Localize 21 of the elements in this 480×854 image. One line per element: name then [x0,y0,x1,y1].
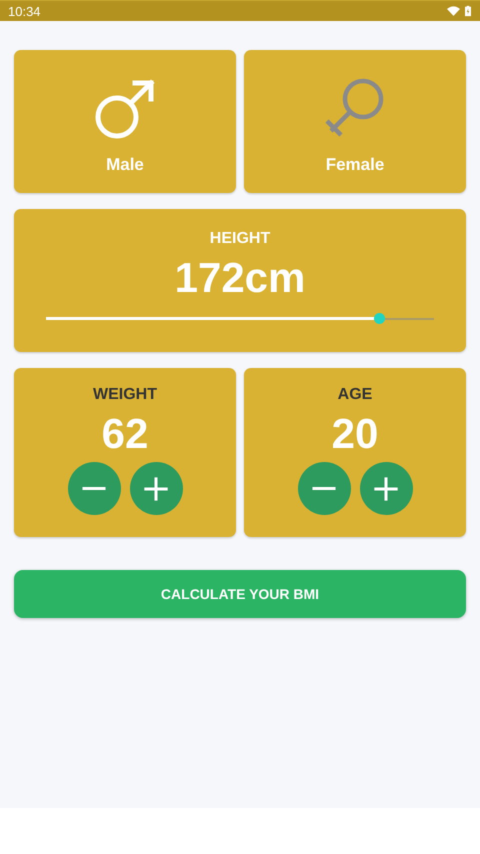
gender-label: Male [106,155,144,175]
slider-thumb[interactable] [374,313,385,324]
height-value: 172cm [174,254,306,302]
male-symbol-icon [93,77,157,141]
battery-icon [465,5,471,17]
height-slider[interactable] [46,313,434,324]
minus-icon [80,487,108,490]
plus-icon [372,474,400,502]
height-label: HEIGHT [210,230,270,248]
calculate-button[interactable]: CALCULATE YOUR BMI [14,570,466,618]
counter-value: 20 [332,410,378,458]
plus-icon [142,474,170,502]
counter-value: 62 [102,410,148,458]
counter-label: AGE [338,386,372,404]
minus-icon [310,487,338,490]
gender-card[interactable]: Female [244,50,466,193]
gender-label: Female [326,155,384,175]
wifi-icon [447,6,460,16]
counter-label: WEIGHT [93,386,157,404]
clock-time: 10:34 [8,4,41,18]
gender-card[interactable]: Male [14,50,236,193]
